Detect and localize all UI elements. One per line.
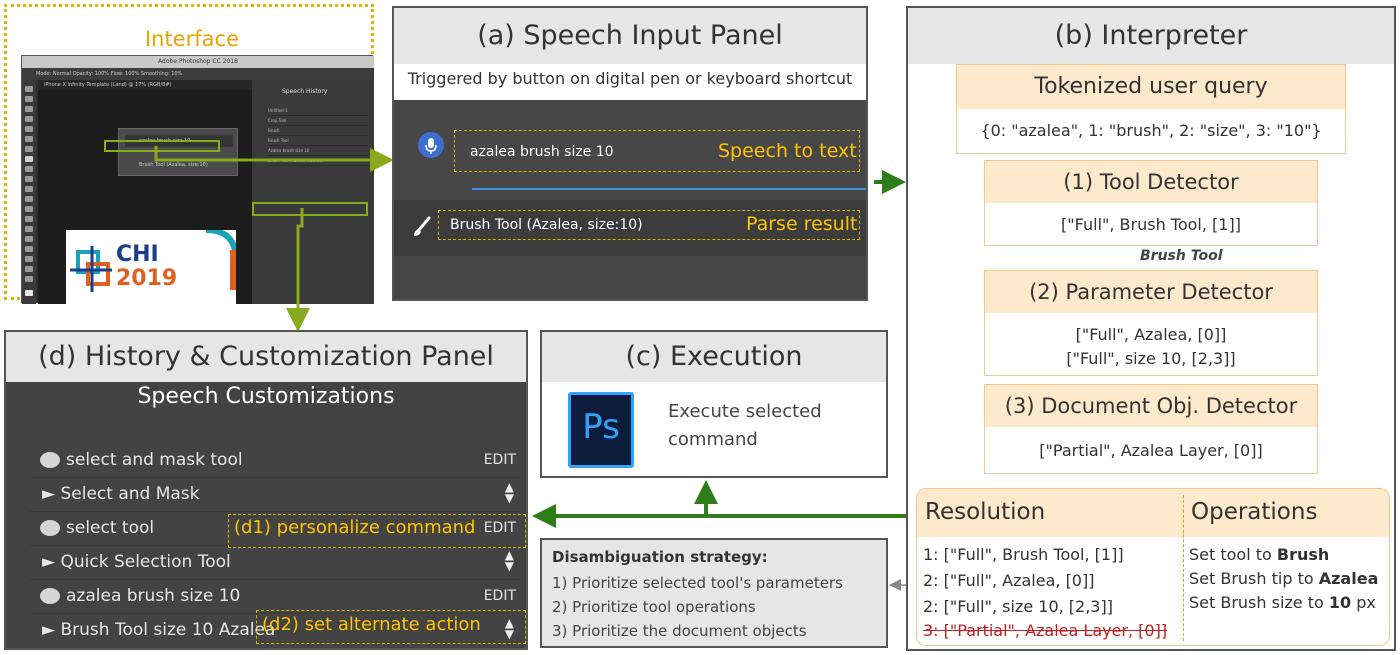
operation-value: 10: [1328, 593, 1352, 612]
disambiguation-item: 2) Prioritize tool operations: [552, 598, 756, 616]
history-panel-title: (d) History & Customization Panel: [6, 332, 526, 382]
custom-action-text[interactable]: ► Brush Tool size 10 Azalea: [42, 620, 275, 640]
execution-panel: (c) Execution Ps Execute selected comman…: [540, 330, 888, 478]
custom-action-text[interactable]: ► Quick Selection Tool: [42, 552, 231, 572]
custom-command-text: select and mask tool: [66, 450, 243, 470]
speech-panel-empty-row: [394, 256, 866, 299]
custom-action-row: ► Quick Selection Tool ▲ ▼: [30, 546, 520, 580]
execution-text: Execute selected command: [668, 401, 822, 450]
edit-button[interactable]: EDIT: [484, 588, 516, 604]
parse-result-text: Brush Tool (Azalea, size:10): [450, 217, 643, 233]
speech-input-panel: (a) Speech Input Panel Triggered by butt…: [392, 6, 868, 301]
parse-result-label: Parse result: [746, 213, 858, 235]
operation-text: px: [1351, 593, 1376, 612]
photoshop-logo-icon: Ps: [568, 392, 634, 468]
resolution-divider: [1183, 495, 1184, 641]
resolution-item-rejected: 3: ["Partial", Azalea Layer, [0]]: [923, 621, 1168, 640]
photoshop-logo-text: Ps: [582, 407, 620, 447]
disambiguation-strategy-box: Disambiguation strategy: 1) Prioritize s…: [540, 538, 888, 648]
tool-detector-result: Brush Tool: [1140, 248, 1223, 264]
custom-action-row: ► Select and Mask ▲ ▼: [30, 478, 520, 512]
parameter-detector-value: ["Full", Azalea, [0]]: [1075, 325, 1227, 344]
tool-detector-box: (1) Tool Detector ["Full", Brush Tool, […: [984, 160, 1318, 246]
tokenized-query-value: {0: "azalea", 1: "brush", 2: "size", 3: …: [980, 121, 1322, 140]
speech-input-underline: [472, 188, 866, 190]
parameter-detector-value: ["Full", size 10, [2,3]]: [1066, 349, 1236, 368]
document-detector-value: ["Partial", Azalea Layer, [0]]: [1039, 441, 1263, 460]
speech-customizations-title: Speech Customizations: [137, 384, 395, 409]
disambiguation-title: Disambiguation strategy:: [552, 548, 768, 566]
operations-title: Operations: [1191, 499, 1318, 525]
tool-detector-value: ["Full", Brush Tool, [1]]: [1061, 215, 1241, 234]
parameter-detector-box: (2) Parameter Detector ["Full", Azalea, …: [984, 270, 1318, 376]
tokenized-query-title: Tokenized user query: [957, 65, 1345, 109]
speech-to-text-label: Speech to text: [718, 140, 857, 162]
execution-title: (c) Execution: [542, 332, 886, 382]
custom-command-row: select and mask tool EDIT: [30, 444, 520, 478]
resolution-title: Resolution: [925, 499, 1046, 525]
custom-command-text: azalea brush size 10: [66, 586, 241, 606]
custom-action-label: Quick Selection Tool: [60, 552, 231, 572]
custom-command-text: select tool: [66, 518, 155, 538]
tokenized-query-box: Tokenized user query {0: "azalea", 1: "b…: [956, 64, 1346, 154]
document-detector-title: (3) Document Obj. Detector: [985, 385, 1317, 427]
speech-bubble-icon: [40, 588, 60, 604]
resolution-operations-box: Resolution Operations 1: ["Full", Brush …: [916, 488, 1390, 646]
document-detector-box: (3) Document Obj. Detector ["Partial", A…: [984, 384, 1318, 474]
alternate-action-label: (d2) set alternate action: [262, 614, 481, 635]
tool-detector-title: (1) Tool Detector: [985, 161, 1317, 203]
operation-text: Set Brush size to: [1189, 593, 1329, 612]
speech-input-row: azalea brush size 10 Speech to text: [394, 100, 866, 200]
resolution-item: 2: ["Full", size 10, [2,3]]: [923, 597, 1113, 616]
operation-item: Set tool to Brush: [1189, 545, 1329, 564]
speech-bubble-icon: [40, 520, 60, 536]
edit-button[interactable]: EDIT: [484, 452, 516, 468]
history-customization-panel: (d) History & Customization Panel Speech…: [4, 330, 528, 650]
disambiguation-item: 1) Prioritize selected tool's parameters: [552, 574, 843, 592]
speech-panel-title: (a) Speech Input Panel: [394, 8, 866, 64]
operation-item: Set Brush size to 10 px: [1189, 593, 1376, 612]
resolution-item: 2: ["Full", Azalea, [0]]: [923, 571, 1095, 590]
custom-command-row: azalea brush size 10 EDIT: [30, 580, 520, 614]
resolution-item: 1: ["Full", Brush Tool, [1]]: [923, 545, 1124, 564]
operation-text: Set tool to: [1189, 545, 1277, 564]
operation-text: Set Brush tip to: [1189, 569, 1319, 588]
disambiguation-item: 3) Prioritize the document objects: [552, 622, 807, 640]
brush-icon: [412, 216, 432, 242]
parameter-detector-title: (2) Parameter Detector: [985, 271, 1317, 313]
speech-bubble-icon: [40, 452, 60, 468]
custom-action-text[interactable]: ► Select and Mask: [42, 484, 200, 504]
operation-value: Brush: [1276, 545, 1330, 564]
personalize-command-label: (d1) personalize command: [234, 517, 476, 538]
microphone-icon[interactable]: [418, 132, 444, 158]
custom-action-label: Brush Tool size 10 Azalea: [60, 620, 276, 640]
operation-item: Set Brush tip to Azalea: [1189, 569, 1378, 588]
sort-updown-icon[interactable]: ▲ ▼: [505, 481, 514, 504]
interpreter-panel: (b) Interpreter Tokenized user query {0:…: [906, 6, 1396, 651]
interpreter-title: (b) Interpreter: [908, 8, 1394, 64]
sort-updown-icon[interactable]: ▲ ▼: [505, 549, 514, 572]
speech-panel-subtitle: Triggered by button on digital pen or ke…: [394, 64, 866, 100]
operation-value: Azalea: [1318, 569, 1379, 588]
custom-action-label: Select and Mask: [60, 484, 200, 504]
speech-text: azalea brush size 10: [470, 144, 614, 160]
parse-result-row: Brush Tool (Azalea, size:10) Parse resul…: [394, 200, 866, 256]
